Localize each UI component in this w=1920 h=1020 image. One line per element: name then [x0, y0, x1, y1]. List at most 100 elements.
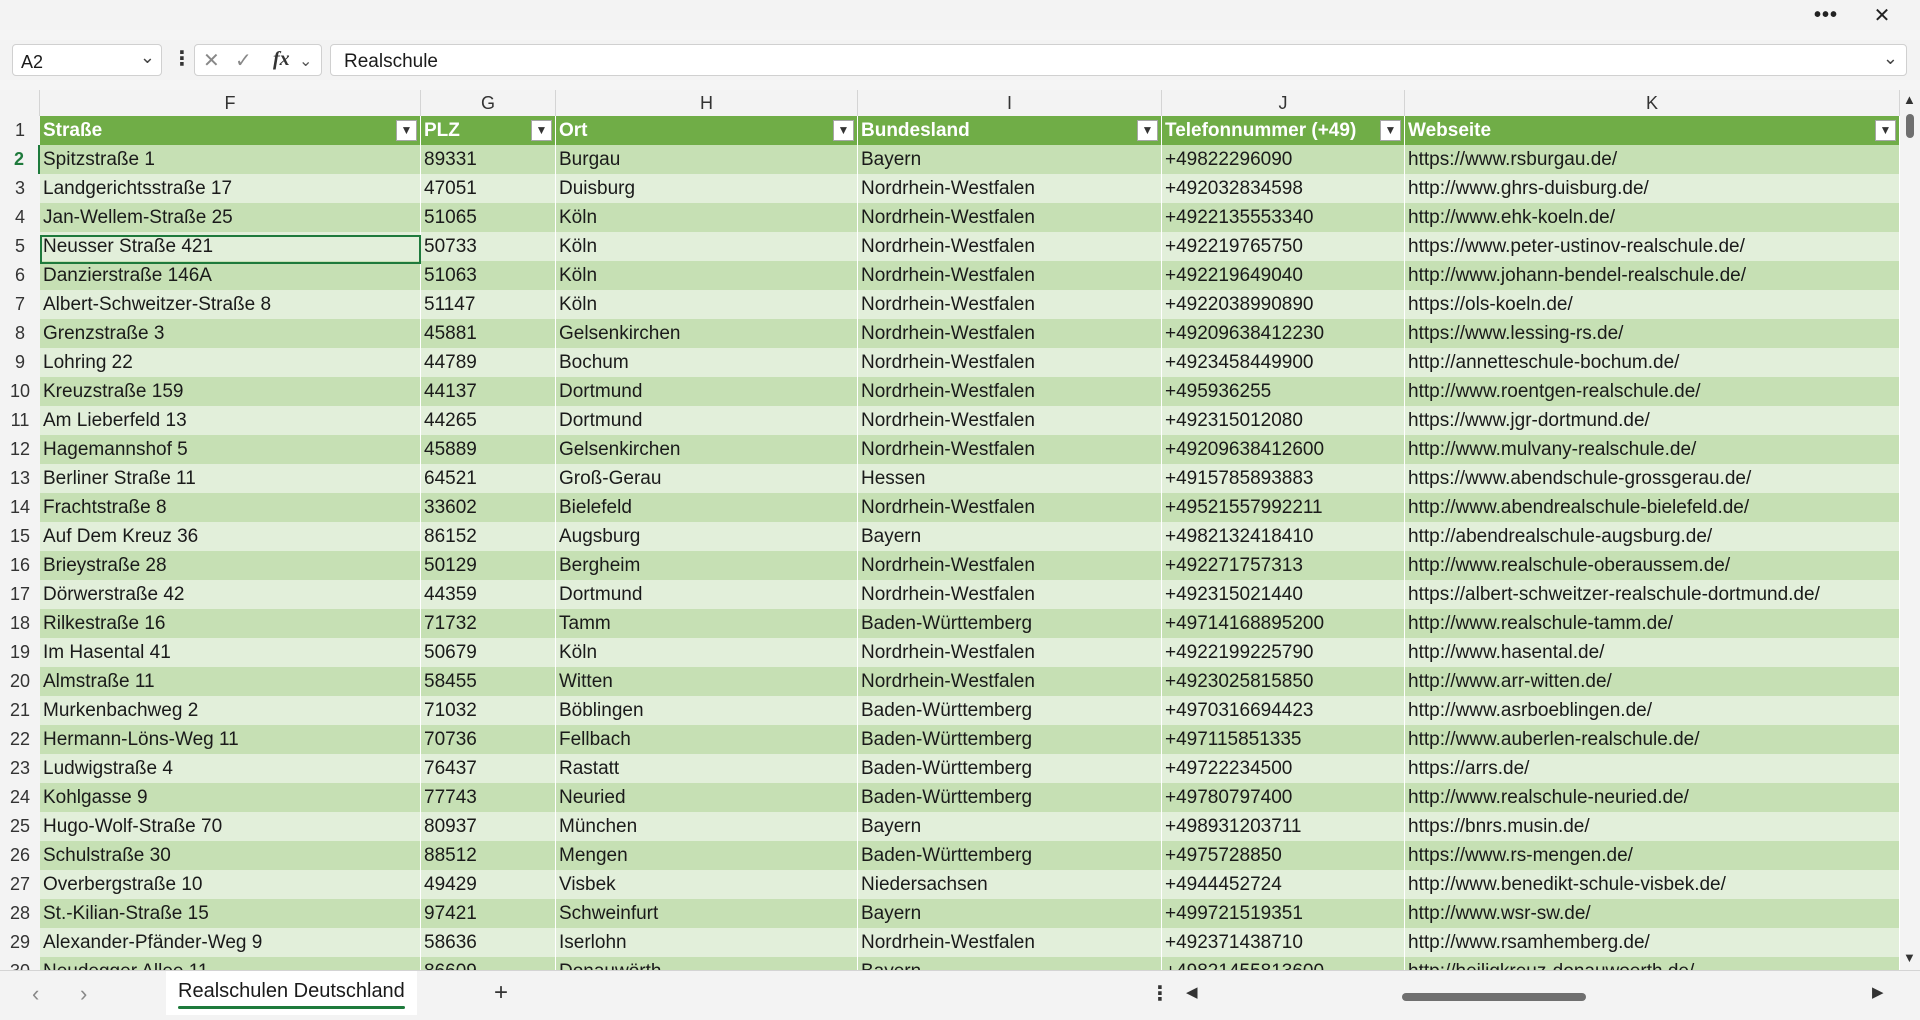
- table-cell[interactable]: +4970316694423: [1162, 696, 1405, 725]
- table-cell[interactable]: +492219649040: [1162, 261, 1405, 290]
- table-cell[interactable]: 97421: [421, 899, 556, 928]
- table-cell[interactable]: Donauwörth: [556, 957, 858, 970]
- row-header[interactable]: 18: [0, 609, 40, 638]
- table-cell[interactable]: Hugo-Wolf-Straße 70: [40, 812, 421, 841]
- table-cell[interactable]: 70736: [421, 725, 556, 754]
- table-cell[interactable]: Nordrhein-Westfalen: [858, 290, 1162, 319]
- table-cell[interactable]: Alexander-Pfänder-Weg 9: [40, 928, 421, 957]
- table-cell[interactable]: München: [556, 812, 858, 841]
- table-cell[interactable]: Köln: [556, 290, 858, 319]
- table-cell[interactable]: Nordrhein-Westfalen: [858, 406, 1162, 435]
- table-cell[interactable]: Baden-Württemberg: [858, 725, 1162, 754]
- table-cell[interactable]: Witten: [556, 667, 858, 696]
- header-cell[interactable]: Straße ▼: [40, 116, 421, 145]
- insert-function-icon[interactable]: fx: [273, 48, 290, 71]
- header-cell[interactable]: Telefonnummer (+49) ▼: [1162, 116, 1405, 145]
- next-sheet-icon[interactable]: ›: [80, 981, 87, 1007]
- table-cell[interactable]: https://ols-koeln.de/: [1405, 290, 1900, 319]
- table-cell[interactable]: Nordrhein-Westfalen: [858, 232, 1162, 261]
- row-header[interactable]: 26: [0, 841, 40, 870]
- table-cell[interactable]: http://www.realschule-oberaussem.de/: [1405, 551, 1900, 580]
- table-cell[interactable]: +498931203711: [1162, 812, 1405, 841]
- table-cell[interactable]: https://www.jgr-dortmund.de/: [1405, 406, 1900, 435]
- table-cell[interactable]: Dortmund: [556, 406, 858, 435]
- table-cell[interactable]: Auf Dem Kreuz 36: [40, 522, 421, 551]
- table-cell[interactable]: https://bnrs.musin.de/: [1405, 812, 1900, 841]
- table-cell[interactable]: Tamm: [556, 609, 858, 638]
- table-cell[interactable]: 44137: [421, 377, 556, 406]
- table-cell[interactable]: Baden-Württemberg: [858, 609, 1162, 638]
- row-header[interactable]: 21: [0, 696, 40, 725]
- table-cell[interactable]: Baden-Württemberg: [858, 696, 1162, 725]
- table-cell[interactable]: 50733: [421, 232, 556, 261]
- table-cell[interactable]: http://www.wsr-sw.de/: [1405, 899, 1900, 928]
- row-header[interactable]: 25: [0, 812, 40, 841]
- table-cell[interactable]: 64521: [421, 464, 556, 493]
- table-cell[interactable]: Nordrhein-Westfalen: [858, 435, 1162, 464]
- table-cell[interactable]: Nordrhein-Westfalen: [858, 493, 1162, 522]
- vertical-ellipsis-icon[interactable]: ⋮: [1150, 981, 1170, 1006]
- header-cell[interactable]: Ort ▼: [556, 116, 858, 145]
- table-cell[interactable]: Neusser Straße 421: [40, 232, 421, 261]
- table-cell[interactable]: http://www.hasental.de/: [1405, 638, 1900, 667]
- table-cell[interactable]: http://www.arr-witten.de/: [1405, 667, 1900, 696]
- table-cell[interactable]: Nordrhein-Westfalen: [858, 580, 1162, 609]
- table-cell[interactable]: http://www.ghrs-duisburg.de/: [1405, 174, 1900, 203]
- scroll-down-icon[interactable]: ▼: [1903, 950, 1916, 965]
- table-cell[interactable]: +4923458449900: [1162, 348, 1405, 377]
- table-cell[interactable]: Hessen: [858, 464, 1162, 493]
- row-header[interactable]: 13: [0, 464, 40, 493]
- table-cell[interactable]: +49821455813600: [1162, 957, 1405, 970]
- table-cell[interactable]: http://www.rsamhemberg.de/: [1405, 928, 1900, 957]
- table-cell[interactable]: 45881: [421, 319, 556, 348]
- vertical-scrollbar[interactable]: ▲ ▼: [1900, 90, 1920, 970]
- table-cell[interactable]: http://heiligkreuz-donauwoerth.de/: [1405, 957, 1900, 970]
- sheet-tab-active[interactable]: Realschulen Deutschland: [166, 971, 417, 1015]
- row-header[interactable]: 29: [0, 928, 40, 957]
- table-cell[interactable]: 76437: [421, 754, 556, 783]
- table-cell[interactable]: +492371438710: [1162, 928, 1405, 957]
- table-cell[interactable]: +49209638412230: [1162, 319, 1405, 348]
- row-header[interactable]: 22: [0, 725, 40, 754]
- row-header[interactable]: 28: [0, 899, 40, 928]
- row-header[interactable]: 17: [0, 580, 40, 609]
- table-cell[interactable]: 86152: [421, 522, 556, 551]
- filter-dropdown-icon[interactable]: ▼: [531, 120, 552, 141]
- table-cell[interactable]: 44265: [421, 406, 556, 435]
- table-cell[interactable]: https://www.abendschule-grossgerau.de/: [1405, 464, 1900, 493]
- table-cell[interactable]: 71732: [421, 609, 556, 638]
- table-cell[interactable]: +4922135553340: [1162, 203, 1405, 232]
- table-cell[interactable]: http://www.abendrealschule-bielefeld.de/: [1405, 493, 1900, 522]
- table-cell[interactable]: Bayern: [858, 899, 1162, 928]
- table-cell[interactable]: Kreuzstraße 159: [40, 377, 421, 406]
- table-cell[interactable]: +492271757313: [1162, 551, 1405, 580]
- column-header-i[interactable]: I: [858, 90, 1162, 116]
- table-cell[interactable]: 77743: [421, 783, 556, 812]
- table-cell[interactable]: Berliner Straße 11: [40, 464, 421, 493]
- table-cell[interactable]: Baden-Württemberg: [858, 841, 1162, 870]
- row-header[interactable]: 16: [0, 551, 40, 580]
- table-cell[interactable]: https://arrs.de/: [1405, 754, 1900, 783]
- filter-dropdown-icon[interactable]: ▼: [1380, 120, 1401, 141]
- table-cell[interactable]: +4915785893883: [1162, 464, 1405, 493]
- table-cell[interactable]: http://www.auberlen-realschule.de/: [1405, 725, 1900, 754]
- table-cell[interactable]: http://www.asrboeblingen.de/: [1405, 696, 1900, 725]
- table-cell[interactable]: Spitzstraße 1: [40, 145, 421, 174]
- table-cell[interactable]: 71032: [421, 696, 556, 725]
- row-header[interactable]: 14: [0, 493, 40, 522]
- header-cell[interactable]: Webseite ▼: [1405, 116, 1900, 145]
- table-cell[interactable]: Grenzstraße 3: [40, 319, 421, 348]
- table-cell[interactable]: http://www.realschule-neuried.de/: [1405, 783, 1900, 812]
- row-header[interactable]: 23: [0, 754, 40, 783]
- table-cell[interactable]: Landgerichtsstraße 17: [40, 174, 421, 203]
- row-header[interactable]: 20: [0, 667, 40, 696]
- scroll-thumb[interactable]: [1906, 114, 1914, 138]
- table-cell[interactable]: +4922038990890: [1162, 290, 1405, 319]
- table-cell[interactable]: Nordrhein-Westfalen: [858, 551, 1162, 580]
- filter-dropdown-icon[interactable]: ▼: [833, 120, 854, 141]
- table-cell[interactable]: 44789: [421, 348, 556, 377]
- select-all-corner[interactable]: [0, 90, 40, 116]
- table-cell[interactable]: +49780797400: [1162, 783, 1405, 812]
- table-cell[interactable]: Overbergstraße 10: [40, 870, 421, 899]
- column-header-k[interactable]: K: [1405, 90, 1900, 116]
